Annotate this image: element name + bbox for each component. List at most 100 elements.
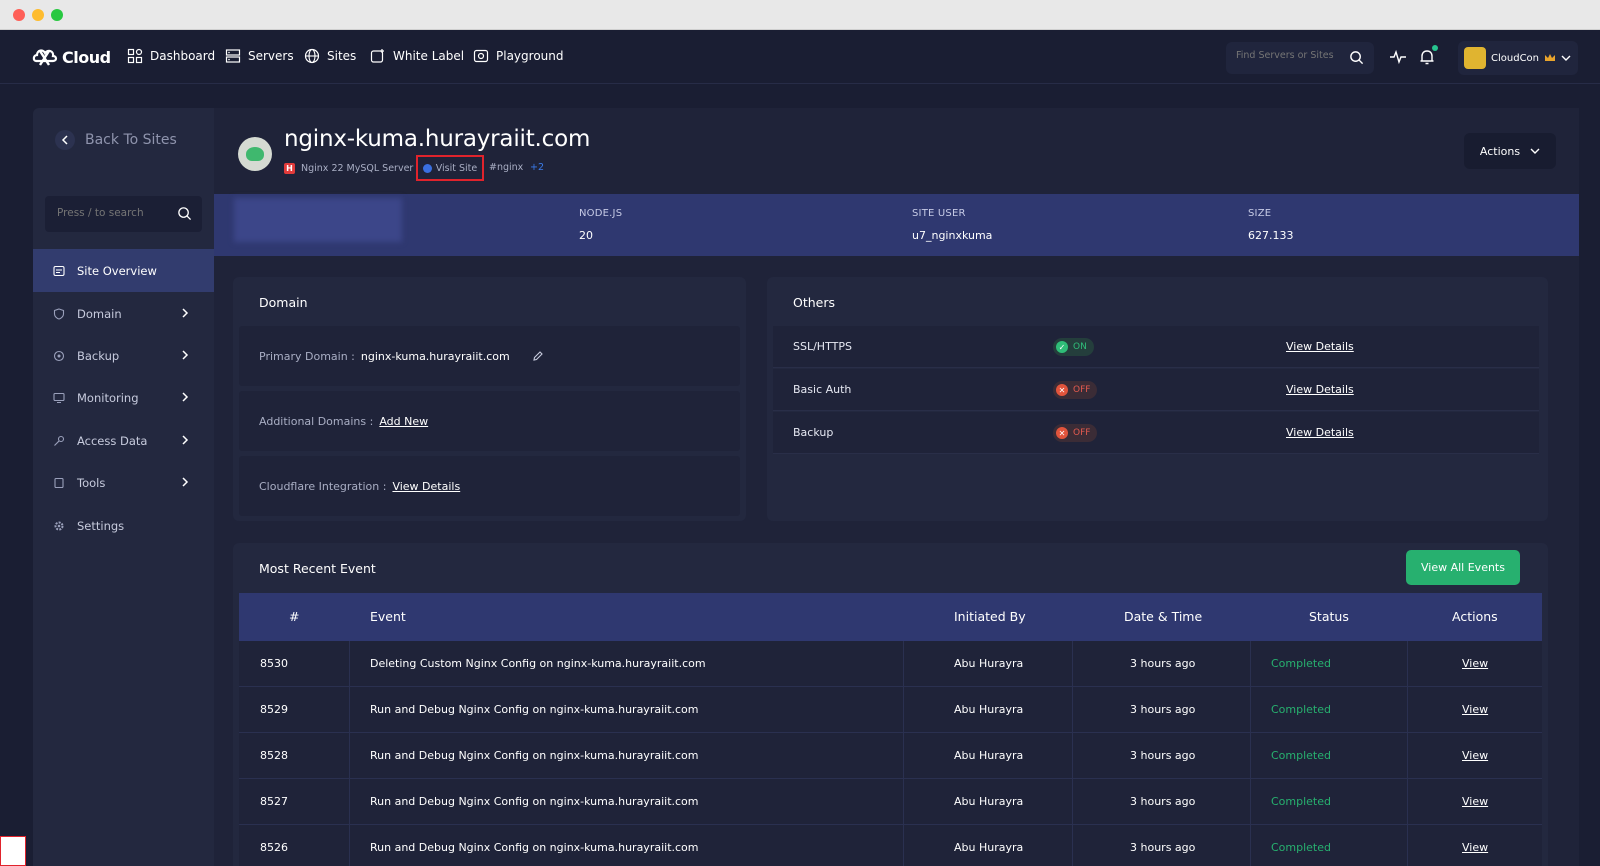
ssl-view-details-link[interactable]: View Details xyxy=(1286,340,1354,353)
close-window-button[interactable] xyxy=(13,9,25,21)
nav-sites-label: Sites xyxy=(327,49,357,63)
nodejs-info: NODE.JS 20 xyxy=(579,208,622,242)
logo[interactable]: Cloud xyxy=(32,43,111,71)
search-icon[interactable] xyxy=(1349,50,1364,65)
notification-dot xyxy=(1432,45,1438,51)
backup-view-details-link[interactable]: View Details xyxy=(1286,426,1354,439)
activity-icon[interactable] xyxy=(1389,48,1407,66)
event-id: 8529 xyxy=(260,703,288,716)
sidebar-item-settings[interactable]: Settings xyxy=(33,504,214,547)
user-menu[interactable]: CloudCon xyxy=(1458,41,1578,75)
event-time: 3 hours ago xyxy=(1130,749,1196,762)
back-to-sites-link[interactable]: Back To Sites xyxy=(55,130,177,150)
crown-icon xyxy=(1545,54,1556,61)
globe-icon xyxy=(422,163,432,173)
nav-servers-label: Servers xyxy=(248,49,294,63)
minimize-window-button[interactable] xyxy=(32,9,44,21)
view-event-link[interactable]: View xyxy=(1462,795,1488,808)
chevron-right-icon xyxy=(182,350,189,360)
view-event-link[interactable]: View xyxy=(1462,657,1488,670)
primary-domain-row: Primary Domain : nginx-kuma.hurayraiit.c… xyxy=(239,326,740,386)
user-name: CloudCon xyxy=(1491,52,1540,64)
info-value: 627.133 xyxy=(1248,229,1294,242)
event-id: 8530 xyxy=(260,657,288,670)
row-label: Basic Auth xyxy=(793,383,852,396)
status-badge: Completed xyxy=(1271,657,1331,670)
info-value: u7_nginxkuma xyxy=(912,229,993,242)
monitor-icon xyxy=(53,392,65,403)
backup-status-badge[interactable]: ✕ OFF xyxy=(1053,424,1098,442)
event-initiator: Abu Hurayra xyxy=(954,657,1024,670)
sidebar-item-domain[interactable]: Domain xyxy=(33,292,214,335)
global-search-input[interactable] xyxy=(1236,50,1340,61)
edit-icon[interactable] xyxy=(532,350,544,362)
server-info[interactable]: H Nginx 22 MySQL Server xyxy=(284,160,413,176)
column-header: Event xyxy=(370,609,406,624)
cloudflare-view-details-link[interactable]: View Details xyxy=(392,480,460,493)
sidebar-item-tools[interactable]: Tools xyxy=(33,461,214,504)
card-title: Most Recent Event xyxy=(259,561,376,576)
actions-dropdown[interactable]: Actions xyxy=(1464,133,1556,169)
sidebar-search-input[interactable] xyxy=(57,207,167,219)
back-to-sites-label: Back To Sites xyxy=(85,132,177,148)
event-time: 3 hours ago xyxy=(1130,841,1196,854)
more-tags-link[interactable]: +2 xyxy=(530,162,544,173)
table-row: 8528 Run and Debug Nginx Config on nginx… xyxy=(239,733,1542,779)
event-description: Run and Debug Nginx Config on nginx-kuma… xyxy=(370,749,699,762)
chevron-left-icon xyxy=(55,130,75,150)
column-header: Actions xyxy=(1452,609,1498,624)
sidebar-item-label: Site Overview xyxy=(77,263,157,278)
corner-widget[interactable] xyxy=(0,836,26,866)
site-avatar xyxy=(238,137,272,171)
notifications-button[interactable] xyxy=(1418,45,1438,66)
view-event-link[interactable]: View xyxy=(1462,841,1488,854)
sidebar: Back To Sites Site Overview Domain Backu… xyxy=(33,108,214,866)
basic-auth-row: Basic Auth ✕ OFF View Details xyxy=(773,369,1539,411)
sidebar-item-backup[interactable]: Backup xyxy=(33,334,214,377)
view-all-events-button[interactable]: View All Events xyxy=(1406,550,1520,585)
sidebar-item-access-data[interactable]: Access Data xyxy=(33,419,214,462)
zoom-window-button[interactable] xyxy=(51,9,63,21)
row-label: SSL/HTTPS xyxy=(793,340,852,353)
nav-servers[interactable]: Servers xyxy=(225,46,294,66)
column-header: Date & Time xyxy=(1124,609,1203,624)
table-row: 8527 Run and Debug Nginx Config on nginx… xyxy=(239,779,1542,825)
add-new-domain-link[interactable]: Add New xyxy=(379,415,428,428)
additional-domains-row: Additional Domains : Add New xyxy=(239,391,740,451)
nav-playground[interactable]: Playground xyxy=(473,46,563,66)
sidebar-search[interactable] xyxy=(45,196,202,232)
ssl-status-badge[interactable]: ✓ ON xyxy=(1053,338,1094,356)
search-icon[interactable] xyxy=(177,206,192,221)
view-event-link[interactable]: View xyxy=(1462,749,1488,762)
size-info: SIZE 627.133 xyxy=(1248,208,1294,242)
table-row: 8526 Run and Debug Nginx Config on nginx… xyxy=(239,825,1542,866)
status-text: OFF xyxy=(1073,385,1091,395)
sidebar-item-monitoring[interactable]: Monitoring xyxy=(33,376,214,419)
global-search[interactable] xyxy=(1226,42,1374,74)
view-event-link[interactable]: View xyxy=(1462,703,1488,716)
nav-dashboard[interactable]: Dashboard xyxy=(127,46,215,66)
others-card: Others SSL/HTTPS ✓ ON View Details Basic … xyxy=(767,277,1548,521)
site-tag[interactable]: #nginx xyxy=(489,162,523,173)
event-description: Run and Debug Nginx Config on nginx-kuma… xyxy=(370,841,699,854)
basic-auth-view-details-link[interactable]: View Details xyxy=(1286,383,1354,396)
sidebar-item-label: Monitoring xyxy=(77,390,139,405)
chevron-right-icon xyxy=(182,435,189,445)
event-description: Deleting Custom Nginx Config on nginx-ku… xyxy=(370,657,706,670)
chevron-right-icon xyxy=(182,308,189,318)
servers-icon xyxy=(225,49,241,63)
event-initiator: Abu Hurayra xyxy=(954,749,1024,762)
column-header: Status xyxy=(1309,609,1349,624)
visit-site-button[interactable]: Visit Site xyxy=(416,155,484,181)
event-initiator: Abu Hurayra xyxy=(954,703,1024,716)
sidebar-item-site-overview[interactable]: Site Overview xyxy=(33,249,214,292)
globe-icon xyxy=(304,48,320,64)
basic-auth-status-badge[interactable]: ✕ OFF xyxy=(1053,381,1098,399)
ssl-row: SSL/HTTPS ✓ ON View Details xyxy=(773,326,1539,368)
event-time: 3 hours ago xyxy=(1130,657,1196,670)
nav-white-label[interactable]: White Label xyxy=(370,46,464,66)
status-text: OFF xyxy=(1073,428,1091,438)
status-badge: Completed xyxy=(1271,703,1331,716)
nav-sites[interactable]: Sites xyxy=(304,46,356,66)
server-badge: H xyxy=(284,162,295,174)
